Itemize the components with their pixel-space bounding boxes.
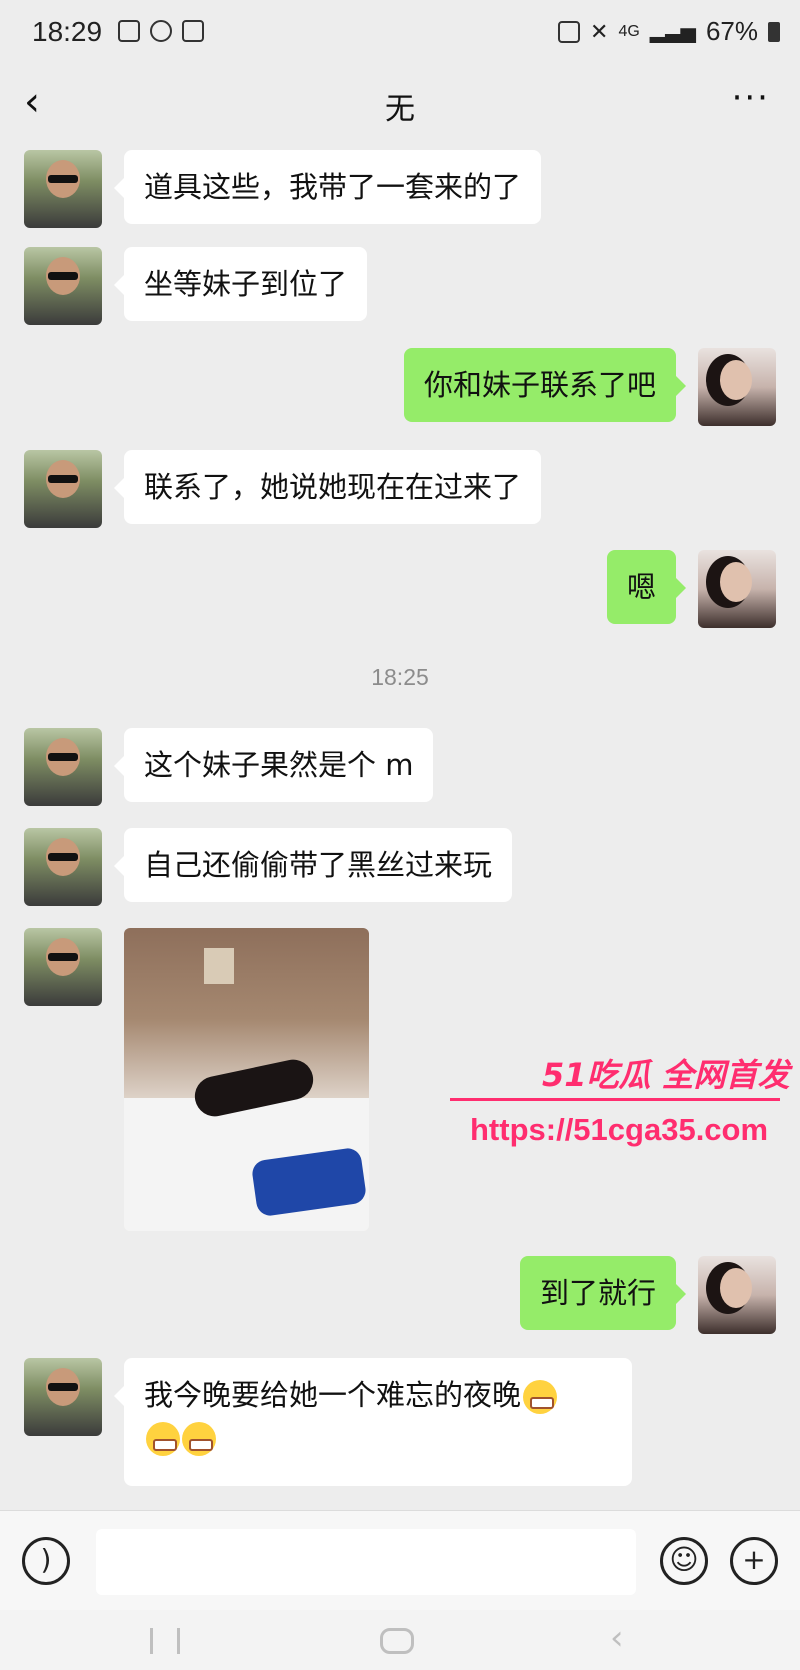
incoming-message[interactable]: 道具这些，我带了一套来的了 bbox=[113, 150, 542, 224]
outgoing-message[interactable]: 你和妹子联系了吧 bbox=[403, 348, 687, 422]
check-icon bbox=[182, 20, 204, 42]
contact-avatar[interactable] bbox=[24, 150, 102, 228]
emoji-icon: ☺ bbox=[669, 1543, 699, 1576]
contact-avatar[interactable] bbox=[24, 728, 102, 806]
input-bar: ) ☺ + bbox=[0, 1510, 800, 1611]
grinning-face-emoji bbox=[182, 1422, 216, 1456]
message-input[interactable] bbox=[96, 1529, 636, 1595]
battery-icon bbox=[768, 21, 780, 42]
self-avatar[interactable] bbox=[698, 1256, 776, 1334]
self-avatar[interactable] bbox=[698, 348, 776, 426]
network-label: 4G bbox=[618, 22, 640, 40]
grinning-face-emoji bbox=[146, 1422, 180, 1456]
emoji-button[interactable]: ☺ bbox=[660, 1537, 708, 1585]
chat-header: ‹ 无 ··· bbox=[0, 62, 800, 146]
alarm-icon bbox=[558, 20, 581, 43]
home-icon[interactable] bbox=[380, 1628, 414, 1654]
contact-avatar[interactable] bbox=[24, 828, 102, 906]
watermark-url: https://51cga35.com bbox=[470, 1112, 769, 1147]
watermark-rule bbox=[450, 1098, 780, 1101]
battery-percent: 67% bbox=[705, 16, 758, 46]
back-nav-icon[interactable]: ‹ bbox=[610, 1621, 644, 1655]
contact-avatar[interactable] bbox=[24, 450, 102, 528]
contact-avatar[interactable] bbox=[24, 928, 102, 1006]
incoming-message[interactable]: 这个妹子果然是个 m bbox=[113, 728, 434, 802]
signal-icon: ▂▃▅ bbox=[649, 21, 696, 43]
chat-title: 无 bbox=[385, 92, 415, 127]
outgoing-message[interactable]: 嗯 bbox=[606, 550, 687, 624]
photo-lamp bbox=[204, 948, 234, 984]
more-button[interactable]: ··· bbox=[732, 78, 770, 118]
system-nav-bar: ‹ bbox=[0, 1610, 800, 1670]
voice-button[interactable]: ) bbox=[22, 1537, 70, 1585]
mute-icon: ✕ bbox=[590, 18, 609, 44]
incoming-message[interactable]: 联系了，她说她现在在过来了 bbox=[113, 450, 542, 524]
plus-icon: + bbox=[742, 1543, 766, 1576]
message-timestamp: 18:25 bbox=[371, 664, 429, 690]
status-time: 18:29 bbox=[32, 16, 103, 47]
watermark-title: 51吃瓜 全网首发 bbox=[542, 1056, 790, 1094]
incoming-message[interactable]: 我今晚要给她一个难忘的夜晚 bbox=[114, 1358, 632, 1486]
weibo-icon bbox=[150, 20, 172, 42]
contact-avatar[interactable] bbox=[24, 247, 102, 325]
grinning-face-emoji bbox=[523, 1380, 558, 1414]
incoming-message[interactable]: 自己还偷偷带了黑丝过来玩 bbox=[113, 828, 513, 902]
gallery-icon bbox=[118, 20, 140, 42]
status-bar: 18:29 ✕ 4G ▂▃▅ 67% bbox=[0, 0, 800, 62]
plus-button[interactable]: + bbox=[730, 1537, 778, 1585]
incoming-message[interactable]: 坐等妹子到位了 bbox=[113, 247, 368, 321]
contact-avatar[interactable] bbox=[24, 1358, 102, 1436]
outgoing-message[interactable]: 到了就行 bbox=[519, 1256, 687, 1330]
image-message[interactable] bbox=[124, 928, 369, 1231]
self-avatar[interactable] bbox=[698, 550, 776, 628]
status-system-icons: ✕ 4G ▂▃▅ 67% bbox=[558, 16, 780, 47]
watermark: 51吃瓜 全网首发 https://51cga35.com bbox=[450, 1050, 795, 1160]
voice-icon: ) bbox=[40, 1543, 52, 1576]
message-text: 我今晚要给她一个难忘的夜晚 bbox=[144, 1378, 522, 1412]
recent-apps-icon[interactable] bbox=[150, 1628, 180, 1654]
status-notification-icons bbox=[118, 20, 204, 42]
